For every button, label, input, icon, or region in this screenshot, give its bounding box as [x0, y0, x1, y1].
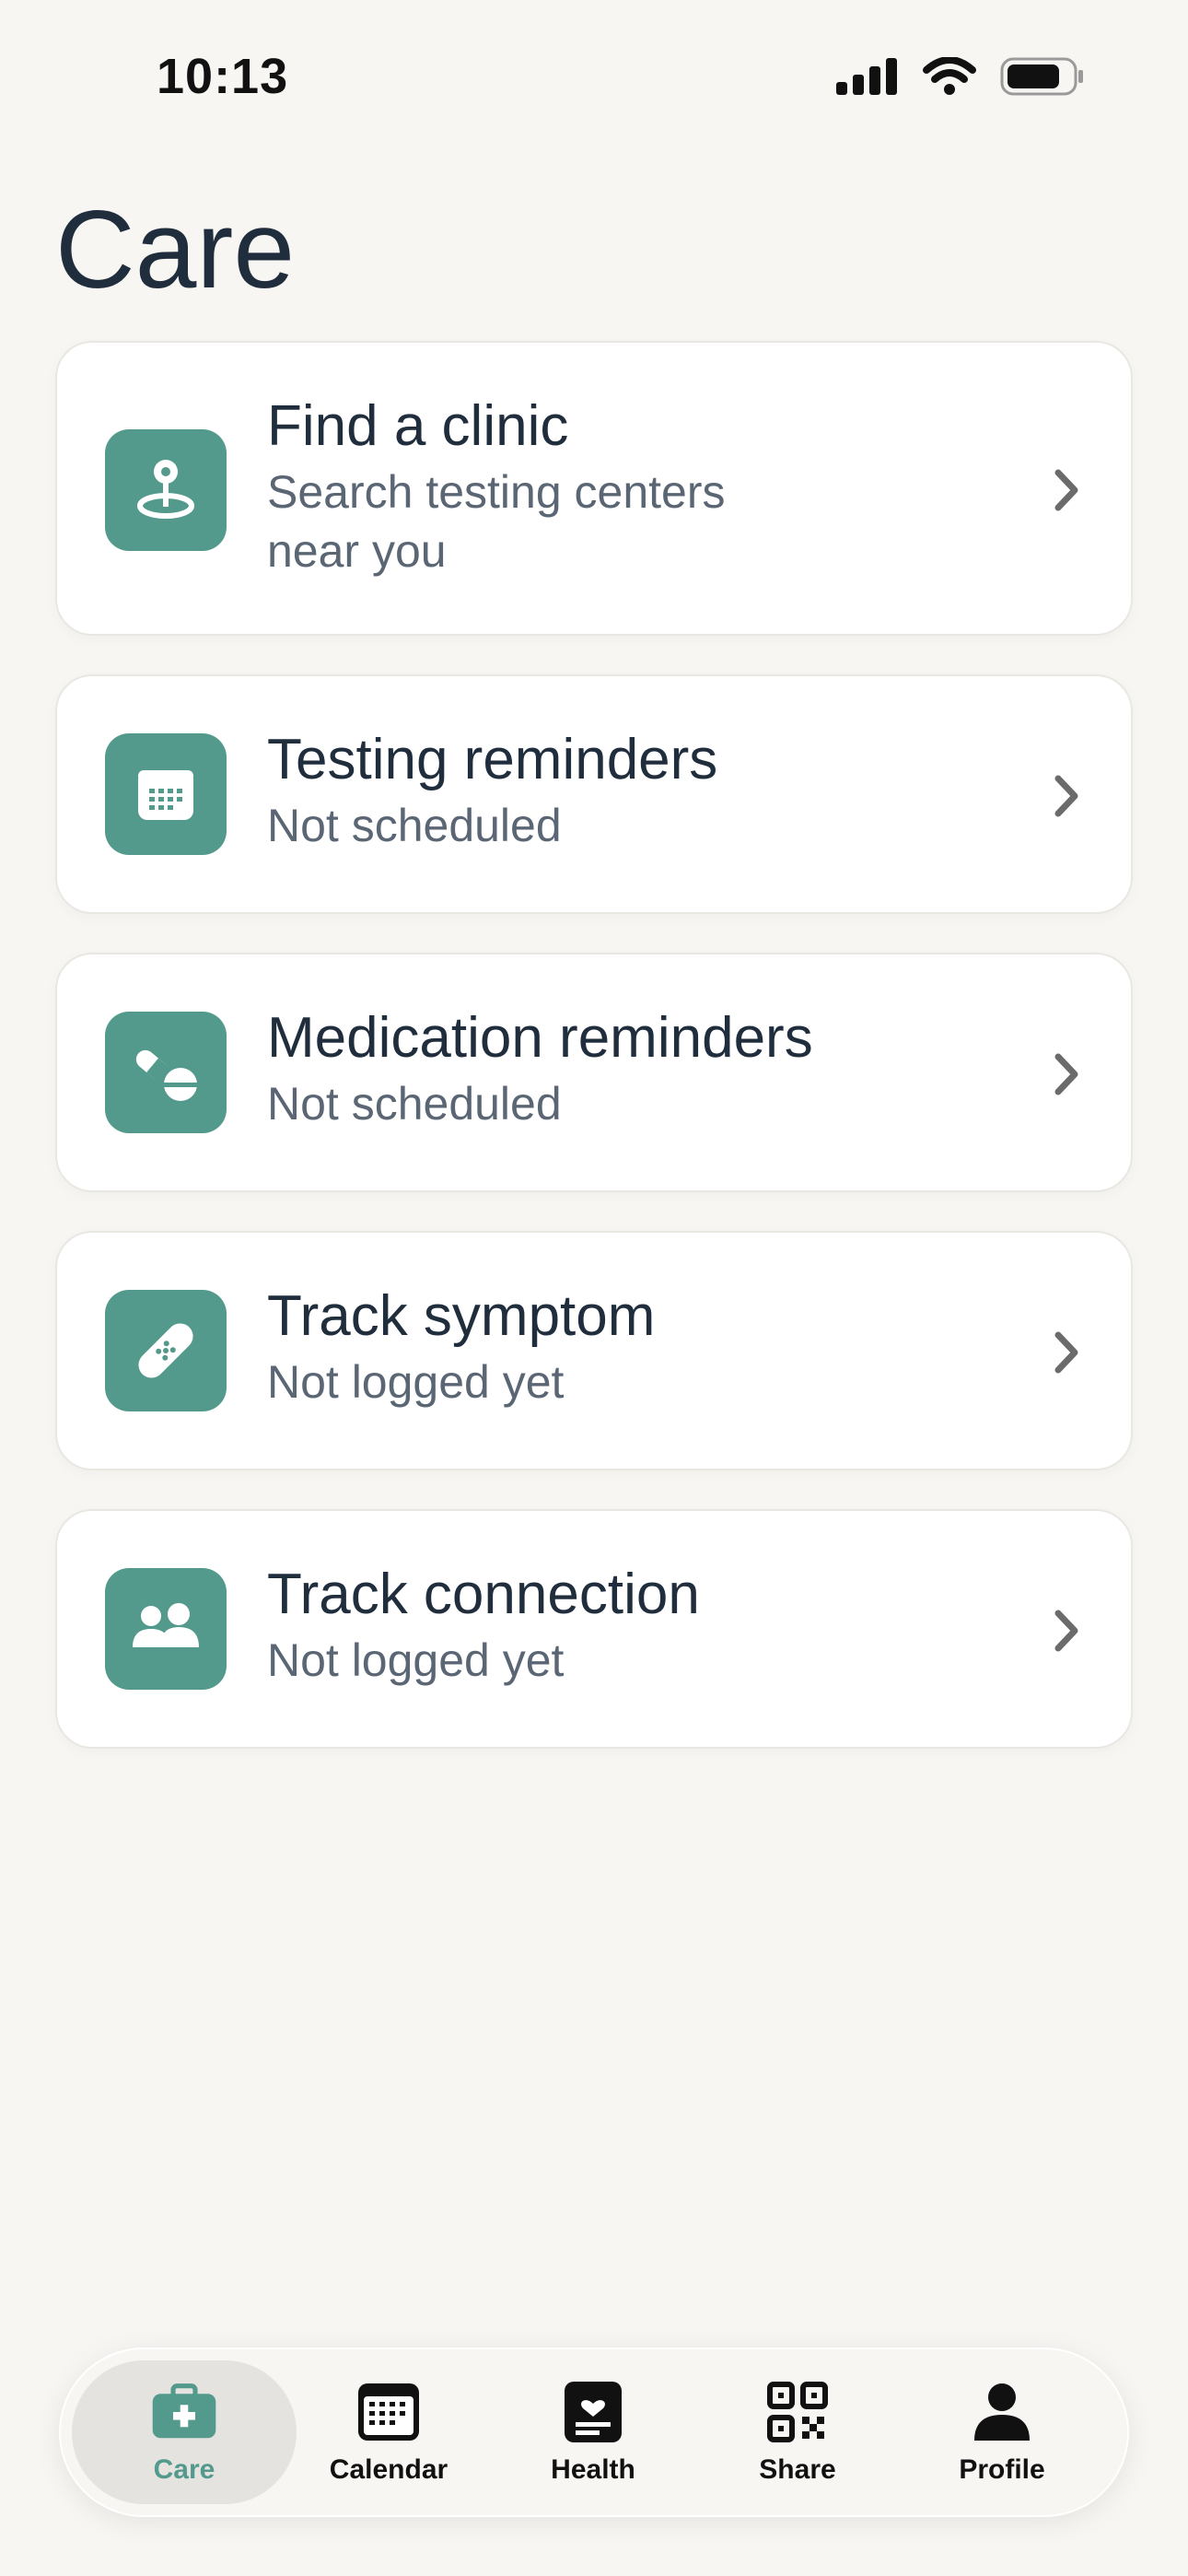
status-bar: 10:13 [0, 0, 1188, 147]
tab-label: Share [759, 2454, 836, 2485]
chevron-right-icon [1044, 1052, 1089, 1096]
card-title: Testing reminders [267, 728, 718, 791]
calendar-icon [105, 733, 227, 855]
card-subtitle: Not logged yet [267, 1356, 565, 1408]
track-symptom-card[interactable]: Track symptom Not logged yet [55, 1231, 1133, 1470]
chevron-right-icon [1044, 774, 1089, 818]
medication-reminders-card[interactable]: Medication reminders Not scheduled [55, 953, 1133, 1192]
find-clinic-card[interactable]: Find a clinic Search testing centers nea… [55, 341, 1133, 636]
status-icons [836, 56, 1085, 100]
medical-kit-icon [151, 2379, 217, 2445]
card-subtitle: Not scheduled [267, 1078, 562, 1130]
qr-code-icon [764, 2379, 831, 2445]
calendar-icon [355, 2379, 422, 2445]
people-icon [105, 1568, 227, 1690]
card-title: Track symptom [267, 1284, 656, 1348]
location-pin-icon [105, 429, 227, 551]
bandage-icon [105, 1290, 227, 1411]
track-connection-card[interactable]: Track connection Not logged yet [55, 1509, 1133, 1749]
cellular-signal-icon [836, 58, 899, 100]
card-subtitle: Search testing centers near you [267, 466, 726, 577]
tab-label: Health [551, 2454, 635, 2485]
pills-icon [105, 1012, 227, 1133]
testing-reminders-card[interactable]: Testing reminders Not scheduled [55, 674, 1133, 914]
card-title: Track connection [267, 1563, 700, 1626]
page-title: Care [55, 188, 296, 311]
tab-care[interactable]: Care [72, 2360, 297, 2504]
tab-label: Calendar [329, 2454, 448, 2485]
card-subtitle: Not scheduled [267, 800, 562, 851]
tab-profile[interactable]: Profile [890, 2360, 1114, 2504]
chevron-right-icon [1044, 1609, 1089, 1653]
tab-bar: Care Calendar Health Share Profile [59, 2348, 1129, 2517]
card-title: Medication reminders [267, 1006, 813, 1070]
tab-label: Care [153, 2454, 215, 2485]
tab-label: Profile [959, 2454, 1045, 2485]
status-time: 10:13 [157, 49, 289, 104]
tab-health[interactable]: Health [481, 2360, 705, 2504]
wifi-icon [923, 56, 976, 100]
tab-calendar[interactable]: Calendar [276, 2360, 501, 2504]
tab-share[interactable]: Share [685, 2360, 910, 2504]
card-title: Find a clinic [267, 394, 569, 458]
battery-icon [1000, 57, 1085, 100]
chevron-right-icon [1044, 1330, 1089, 1375]
person-icon [969, 2379, 1035, 2445]
health-record-icon [560, 2379, 626, 2445]
card-subtitle: Not logged yet [267, 1634, 565, 1686]
chevron-right-icon [1044, 468, 1089, 512]
